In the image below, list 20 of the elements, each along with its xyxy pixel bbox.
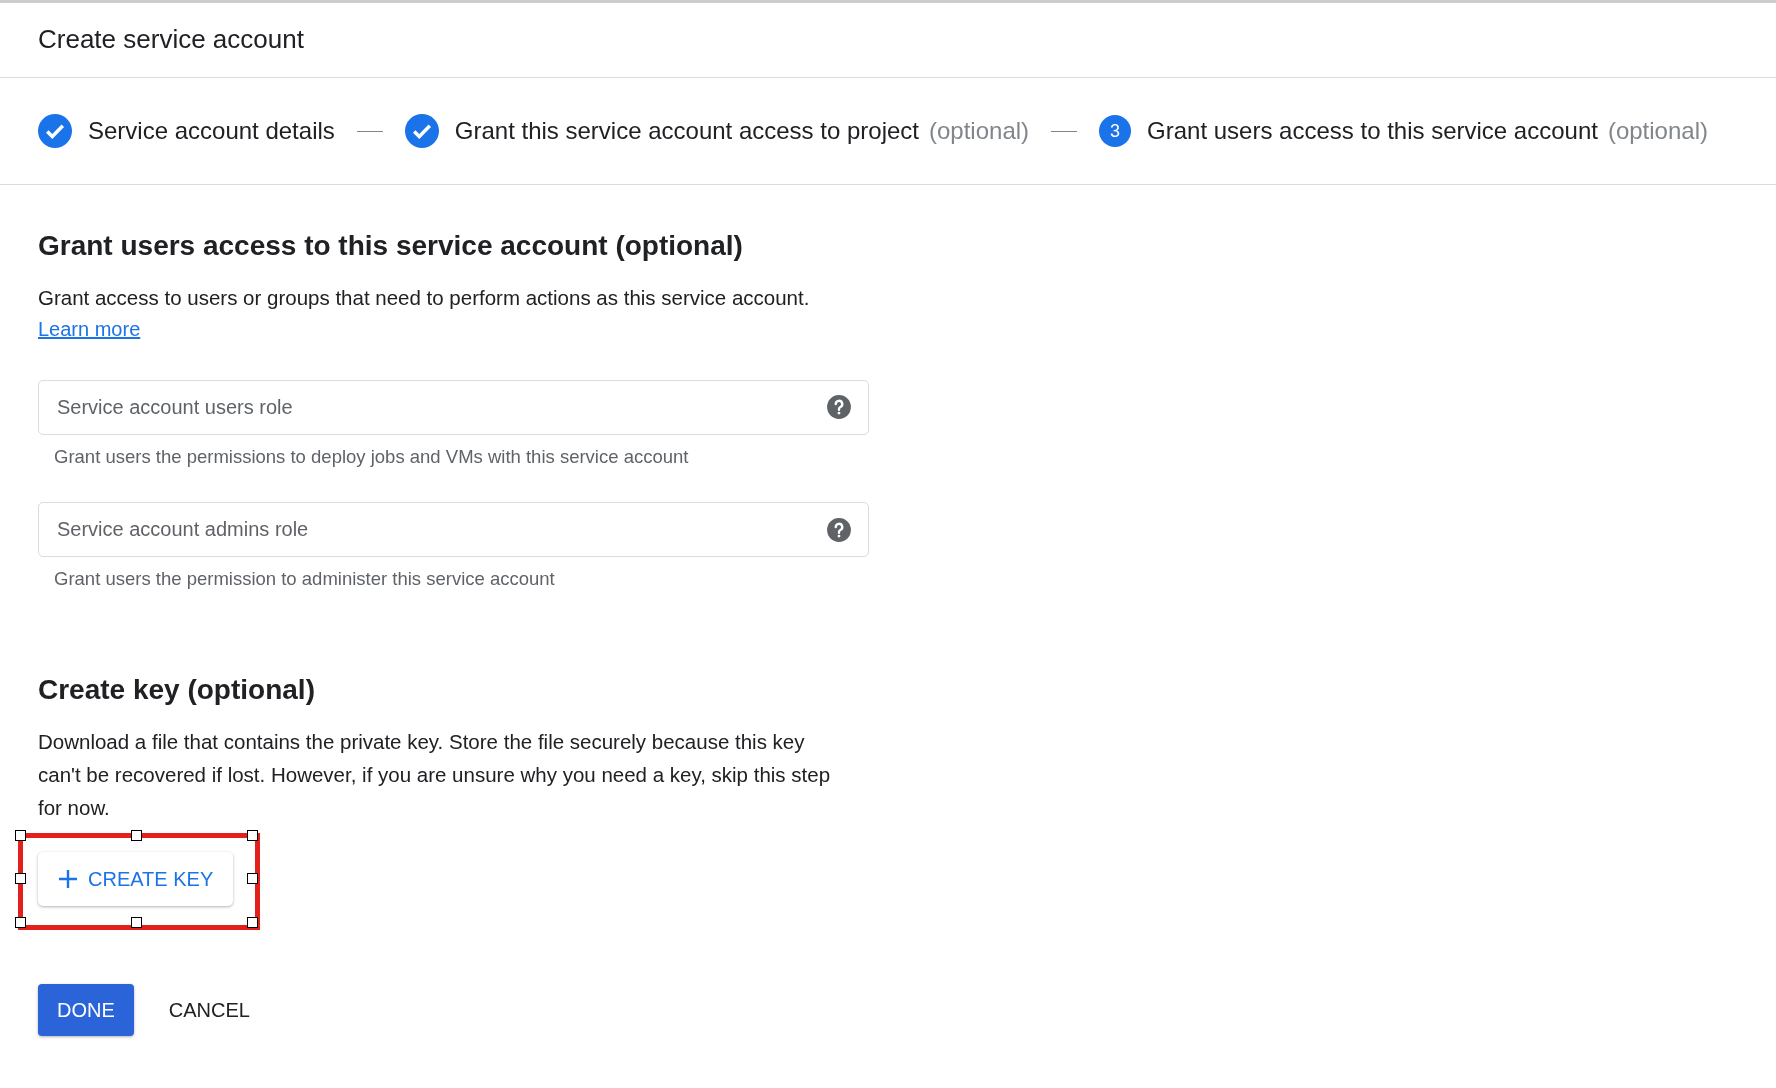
helper-text: Grant users the permission to administer this service account (54, 567, 556, 592)
section-description: Grant access to users or groups that need to perform actions as this service account. (38, 284, 811, 311)
helper-text: Grant users the permissions to deploy jobs and VMs with this service account (54, 444, 690, 469)
plus-icon (58, 868, 78, 889)
step-label: Service account details (88, 116, 335, 146)
done-button[interactable]: DONE (38, 983, 134, 1036)
step-note: (optional) (1607, 116, 1708, 146)
section-heading: Create key (optional) (38, 673, 316, 707)
cancel-button[interactable]: CANCEL (149, 983, 269, 1036)
step-number: 3 (1099, 115, 1132, 147)
window-title: Create service account (38, 24, 304, 56)
learn-more-link[interactable]: Learn more (38, 317, 141, 340)
step-label: Grant users access to this service account (1147, 116, 1598, 146)
section-heading: Grant users access to this service account (optional) (38, 229, 744, 263)
section-description: Download a file that contains the private key. Store the file securely because this key can't be recovered if lost. However, if you are unsure why you need a key, skip this step for now. (38, 728, 832, 821)
step-note: (optional) (929, 116, 1030, 146)
create-key-button[interactable]: CREATE KEY (38, 851, 234, 906)
help-icon[interactable] (826, 516, 852, 543)
step-label: Grant this service account access to project (454, 116, 919, 146)
help-icon[interactable] (826, 394, 852, 421)
